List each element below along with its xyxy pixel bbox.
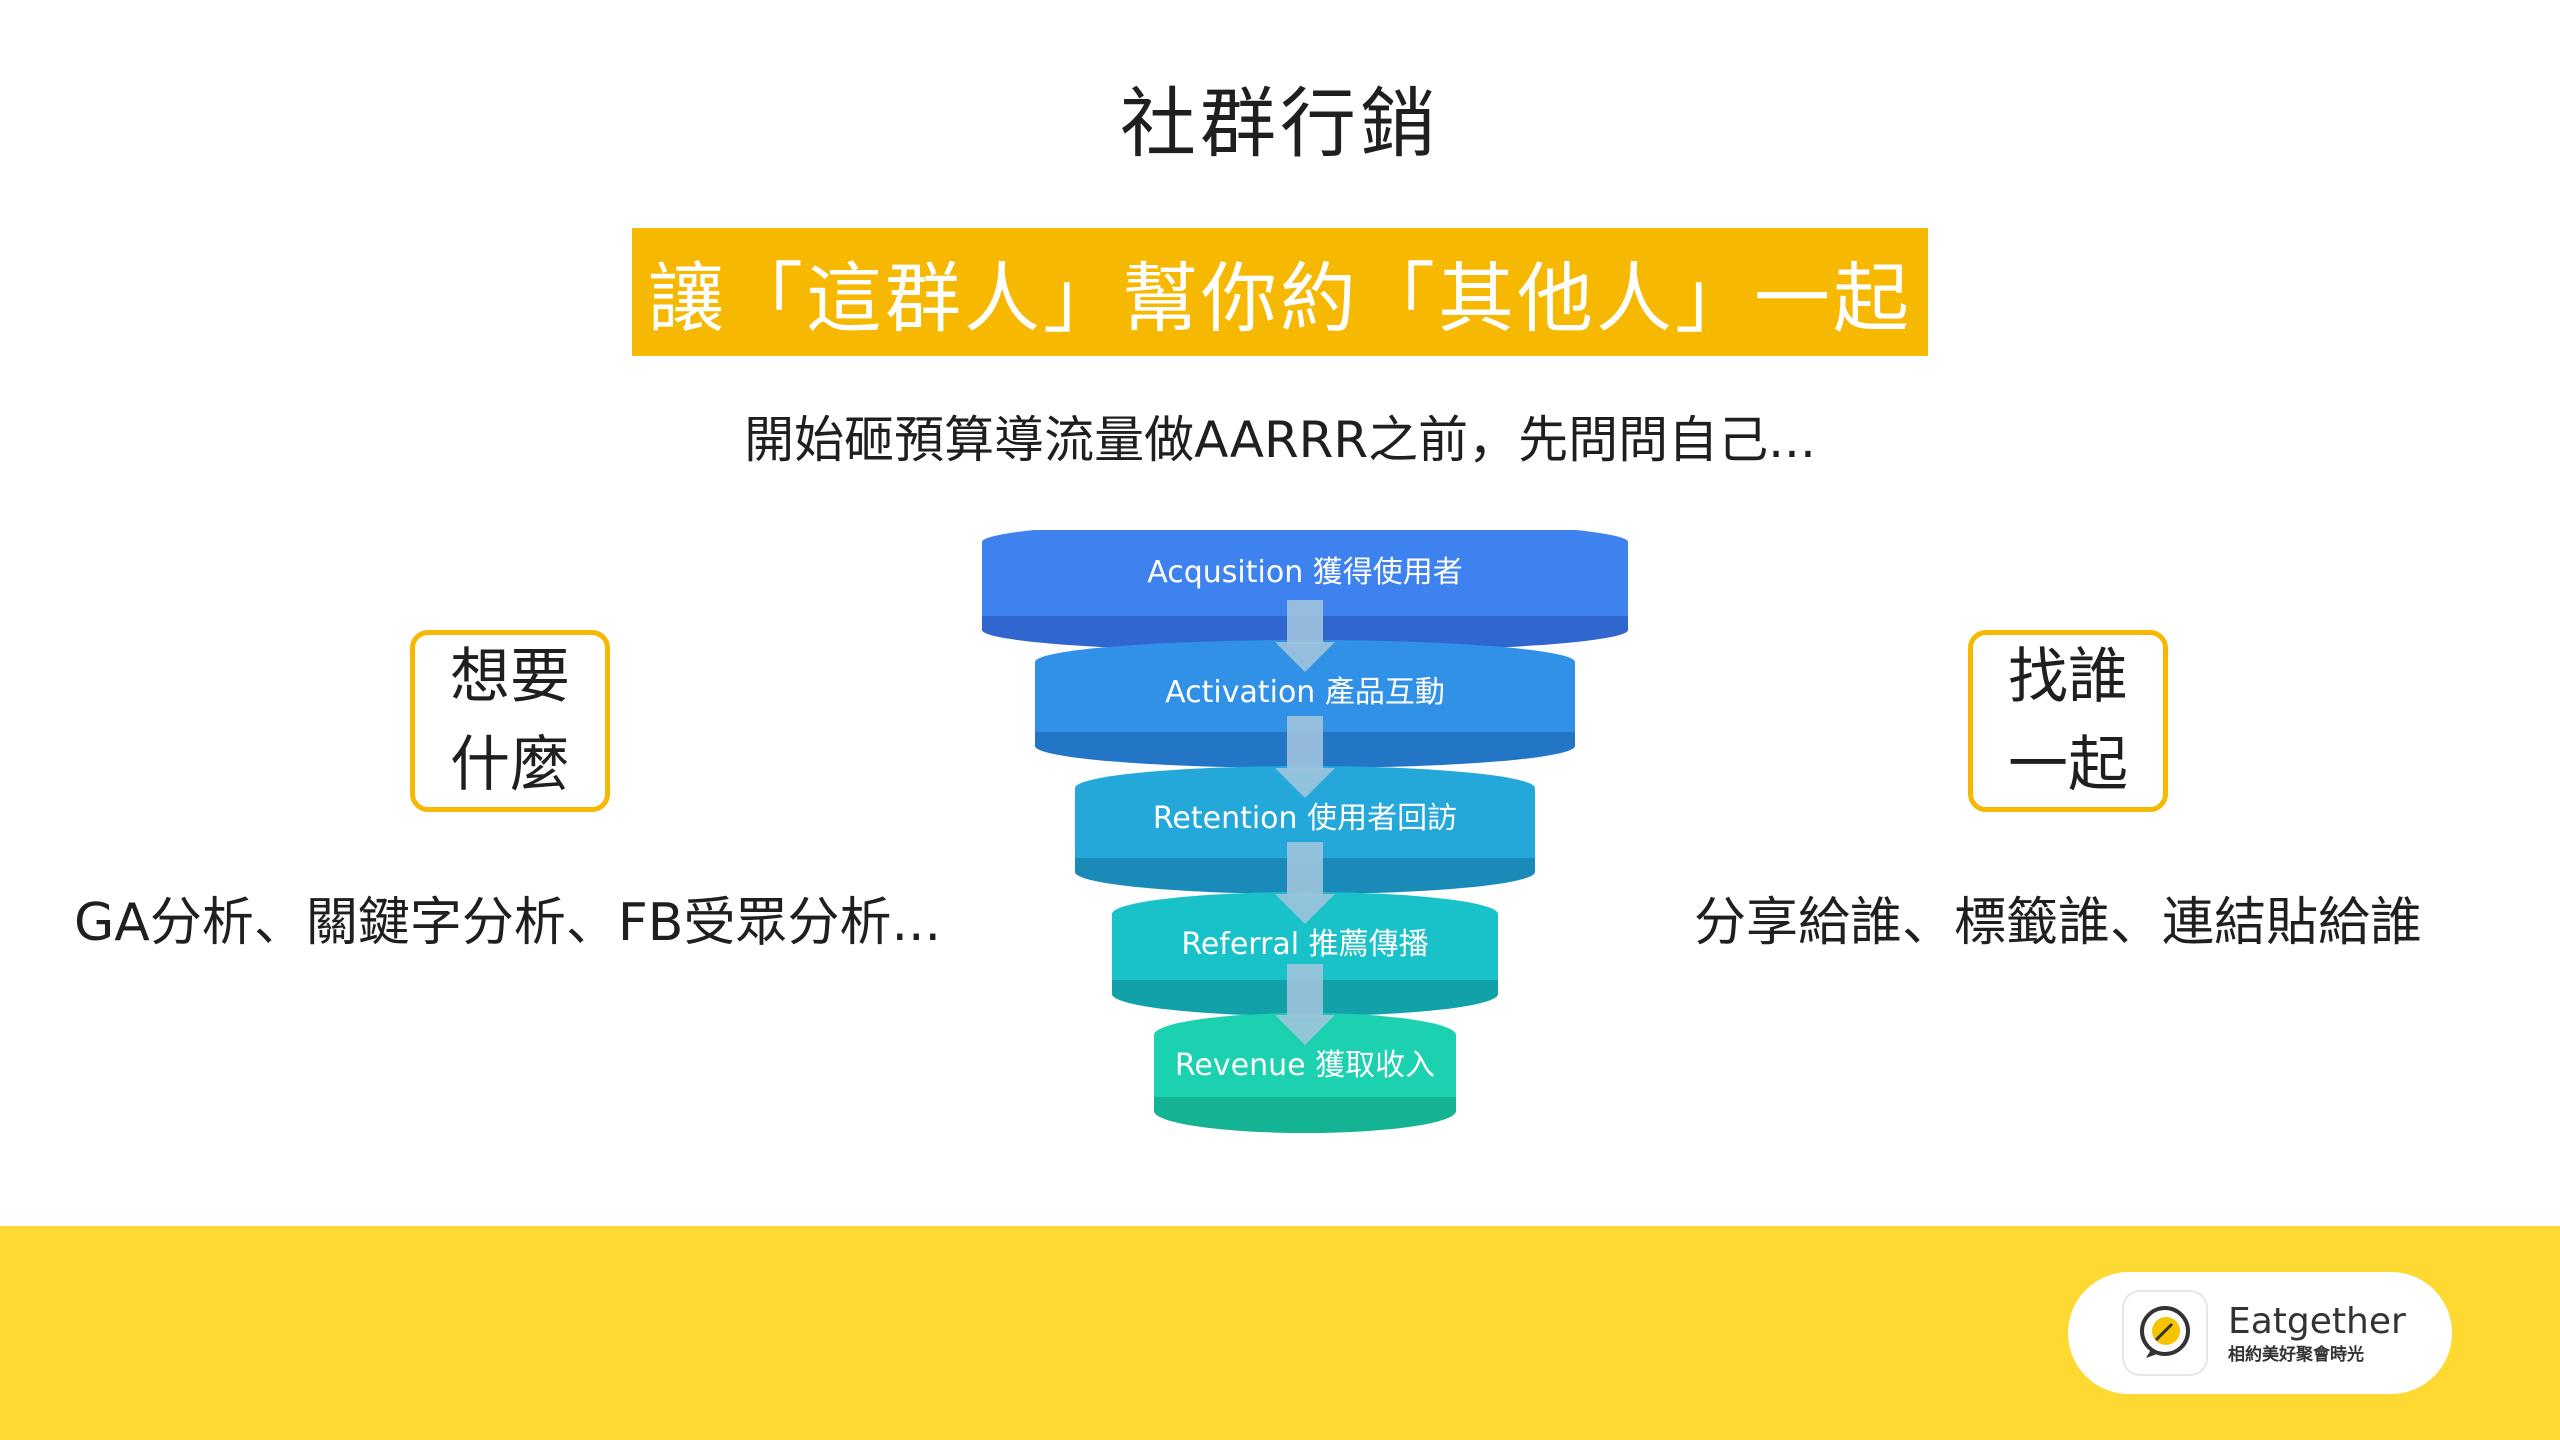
eatgether-logo: Eatgether 相約美好聚會時光 [2068,1272,2452,1394]
find-who-line2: 一起 [2008,730,2128,800]
funnel-stage-label: Referral 推薦傳播 [1181,927,1428,962]
funnel-stage-label: Revenue 獲取收入 [1175,1048,1435,1083]
find-who-box: 找誰 一起 [1968,630,2168,812]
funnel-stage-label: Activation 產品互動 [1165,675,1445,710]
chat-bubble-icon [2124,1292,2206,1374]
subtitle: 開始砸預算導流量做AARRR之前，先問問自己... [744,411,1816,469]
what-you-want-line1: 想要 [450,642,570,712]
funnel-stage-label: Retention 使用者回訪 [1153,801,1457,836]
find-who-line1: 找誰 [2008,642,2128,712]
logo-tagline: 相約美好聚會時光 [2228,1345,2364,1365]
aarrr-funnel: Acqusition 獲得使用者 Activation 產品互動 Retention… [960,530,1650,1170]
what-you-want-box: 想要 什麼 [410,630,610,812]
headline-banner: 讓「這群人」幫你約「其他人」一起 [632,228,1928,356]
slide-title: 社群行銷 [1120,79,1440,168]
logo-name: Eatgether [2228,1301,2406,1342]
share-caption: 分享給誰、標籤誰、連結貼給誰 [1694,893,2423,953]
what-you-want-line2: 什麼 [450,730,570,800]
analysis-caption: GA分析、關鍵字分析、FB受眾分析... [74,893,942,953]
funnel-graphic: Acqusition 獲得使用者 Activation 產品互動 Retention… [982,530,1628,1133]
funnel-stage-label: Acqusition 獲得使用者 [1147,555,1463,590]
